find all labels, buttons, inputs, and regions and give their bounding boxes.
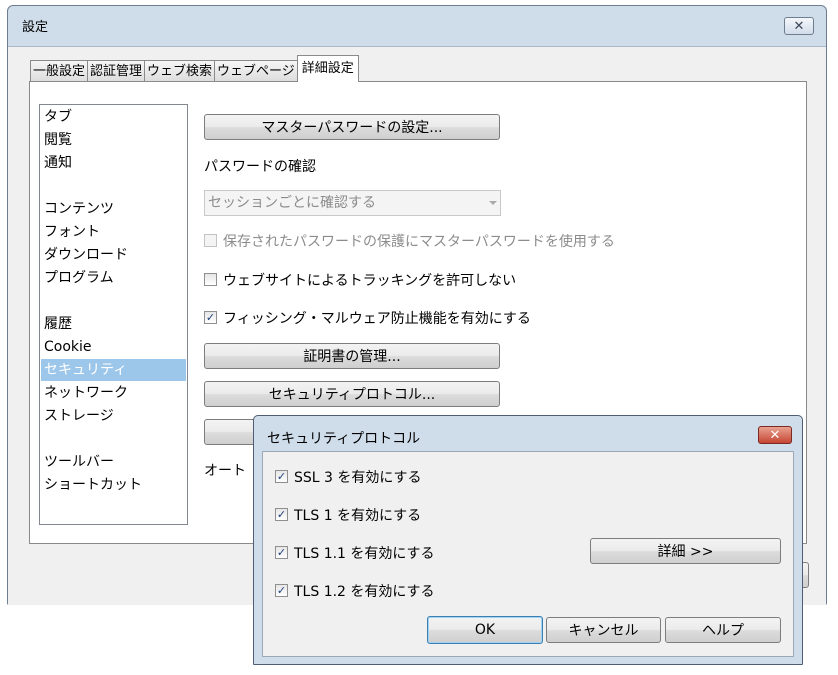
tls1-label: TLS 1 を有効にする <box>294 508 422 524</box>
ssl3-label: SSL 3 を有効にする <box>294 470 422 486</box>
dialog-close-button[interactable]: ✕ <box>758 426 792 444</box>
tab-general[interactable]: 一般設定 <box>30 60 89 82</box>
tab-web-search[interactable]: ウェブ検索 <box>144 60 216 82</box>
dialog-title: セキュリティプロトコル <box>267 431 421 447</box>
manage-certificates-button[interactable]: 証明書の管理... <box>204 343 500 369</box>
category-item-content[interactable]: コンテンツ <box>41 198 186 220</box>
category-item-security[interactable]: セキュリティ <box>41 359 186 381</box>
ssl3-checkbox[interactable]: ✓ <box>275 470 288 483</box>
tls12-label: TLS 1.2 を有効にする <box>294 584 435 600</box>
category-item-storage[interactable]: ストレージ <box>41 405 186 427</box>
close-icon: ✕ <box>793 18 805 34</box>
tab-auth[interactable]: 認証管理 <box>87 60 146 82</box>
category-item-shortcuts[interactable]: ショートカット <box>41 474 186 496</box>
category-item-downloads[interactable]: ダウンロード <box>41 244 186 266</box>
tab-advanced[interactable]: 詳細設定 <box>296 55 359 82</box>
tls1-checkbox[interactable]: ✓ <box>275 508 288 521</box>
category-item-history[interactable]: 履歴 <box>41 313 186 335</box>
cancel-button[interactable]: キャンセル <box>546 617 661 643</box>
master-password-protect-label: 保存されたパスワードの保護にマスターパスワードを使用する <box>223 234 615 250</box>
password-confirm-label: パスワードの確認 <box>204 159 316 175</box>
ok-button[interactable]: OK <box>427 616 543 644</box>
category-item-programs[interactable]: プログラム <box>41 267 186 289</box>
password-confirm-value: セッションごとに確認する <box>208 195 376 211</box>
autofill-label: オート <box>204 463 246 479</box>
phishing-protection-label: フィッシング・マルウェア防止機能を有効にする <box>223 311 531 327</box>
category-item-network[interactable]: ネットワーク <box>41 382 186 404</box>
category-item-cookie[interactable]: Cookie <box>41 336 186 358</box>
category-item-fonts[interactable]: フォント <box>41 221 186 243</box>
category-item-tabs[interactable]: タブ <box>41 106 186 128</box>
close-icon: ✕ <box>769 427 781 443</box>
category-item-toolbar[interactable]: ツールバー <box>41 451 186 473</box>
master-password-protect-checkbox[interactable] <box>204 234 217 247</box>
security-protocols-dialog: セキュリティプロトコル ✕ ✓ SSL 3 を有効にする ✓ TLS 1 を有効… <box>253 415 803 665</box>
window-title: 設定 <box>22 20 49 35</box>
phishing-protection-checkbox[interactable]: ✓ <box>204 311 217 324</box>
tls11-label: TLS 1.1 を有効にする <box>294 546 435 562</box>
window-close-button[interactable]: ✕ <box>784 17 814 35</box>
help-button[interactable]: ヘルプ <box>665 617 781 643</box>
tls12-checkbox[interactable]: ✓ <box>275 584 288 597</box>
details-button[interactable]: 詳細 >> <box>590 538 781 564</box>
dialog-client-area: ✓ SSL 3 を有効にする ✓ TLS 1 を有効にする ✓ TLS 1.1 … <box>262 451 794 657</box>
security-protocols-button[interactable]: セキュリティプロトコル... <box>204 381 500 407</box>
category-item-browsing[interactable]: 閲覧 <box>41 129 186 151</box>
no-tracking-label: ウェブサイトによるトラッキングを許可しない <box>223 273 517 289</box>
tls11-checkbox[interactable]: ✓ <box>275 546 288 559</box>
master-password-button[interactable]: マスターパスワードの設定... <box>204 114 500 140</box>
category-list[interactable]: タブ 閲覧 通知 コンテンツ フォント ダウンロード プログラム 履歴 Cook… <box>39 104 188 525</box>
no-tracking-checkbox[interactable] <box>204 273 217 286</box>
password-confirm-select[interactable]: セッションごとに確認する <box>204 190 501 216</box>
tab-strip: 一般設定 認証管理 ウェブ検索 ウェブページ 詳細設定 <box>30 55 359 82</box>
chevron-down-icon <box>489 201 497 205</box>
tab-web-page[interactable]: ウェブページ <box>214 60 298 82</box>
category-item-notifications[interactable]: 通知 <box>41 152 186 174</box>
